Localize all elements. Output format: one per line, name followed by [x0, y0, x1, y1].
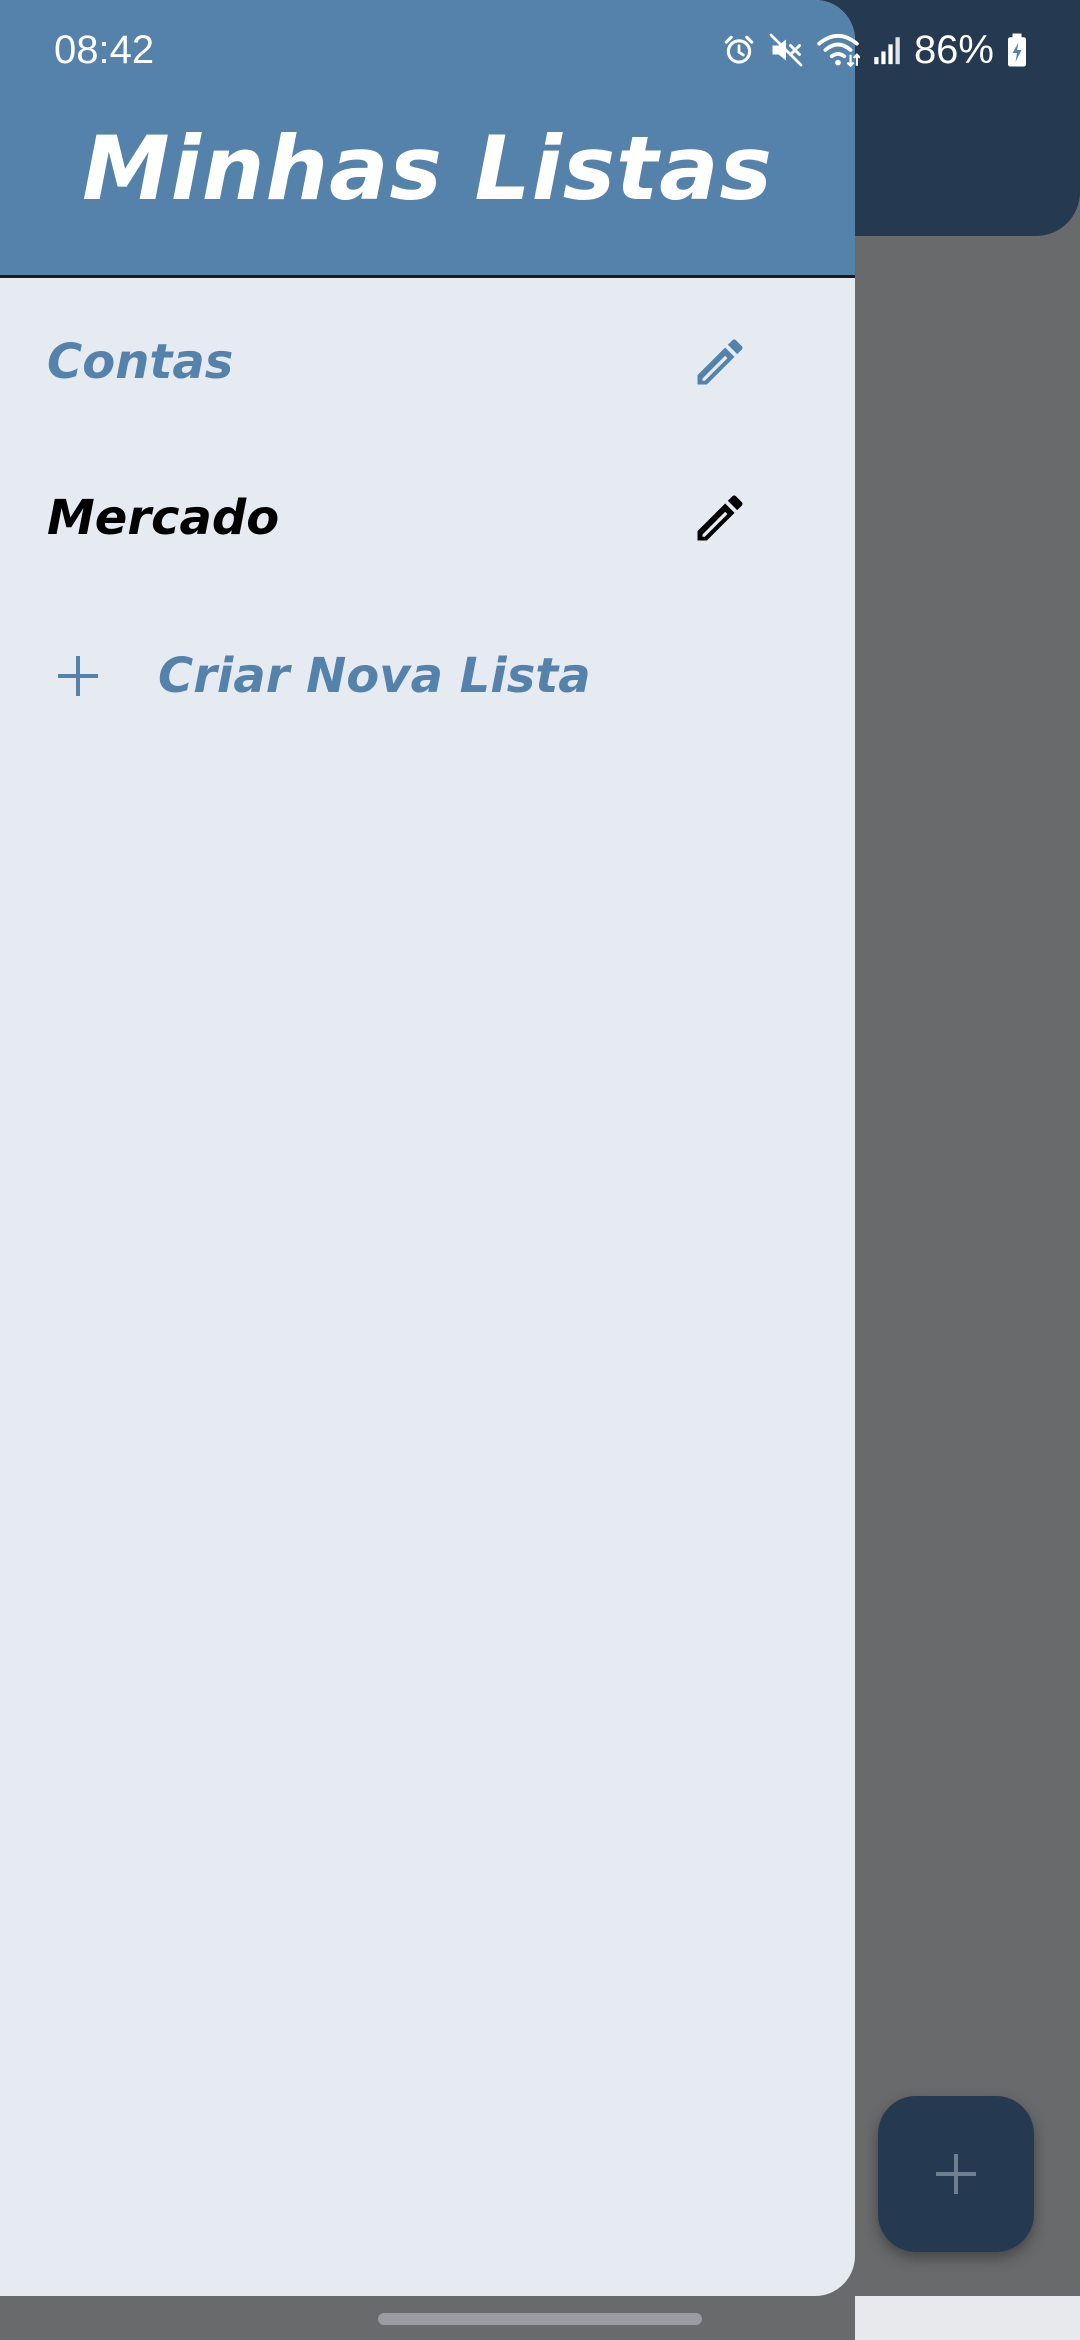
battery-charging-icon [1008, 33, 1026, 67]
screen: Minhas Listas Contas Mercado Criar Nova … [0, 0, 1080, 2340]
edit-icon[interactable] [690, 332, 750, 392]
alarm-icon [724, 35, 754, 64]
navigation-drawer: Minhas Listas Contas Mercado Criar Nova … [0, 0, 855, 2296]
add-icon [936, 2154, 976, 2194]
add-fab-button[interactable] [878, 2096, 1034, 2252]
list-item-label: Contas [47, 334, 234, 390]
drawer-title: Minhas Listas [82, 117, 773, 220]
mute-icon [769, 33, 803, 67]
gesture-nav-handle[interactable] [378, 2313, 702, 2325]
wifi-icon [817, 33, 860, 68]
background-bottom-strip [855, 2296, 1080, 2340]
status-time: 08:42 [54, 28, 155, 72]
list-item-contas[interactable]: Contas [0, 292, 855, 432]
battery-percentage: 86% [913, 28, 994, 72]
status-bar: 08:42 86% [0, 0, 1080, 100]
status-icons: 86% [722, 24, 1028, 76]
list-item-label: Mercado [47, 490, 280, 546]
edit-icon[interactable] [690, 488, 750, 548]
signal-icon [874, 37, 900, 65]
create-new-list-button[interactable]: Criar Nova Lista [0, 606, 855, 746]
list-item-mercado[interactable]: Mercado [0, 448, 855, 588]
add-icon [58, 656, 98, 696]
create-new-list-label: Criar Nova Lista [158, 648, 591, 704]
